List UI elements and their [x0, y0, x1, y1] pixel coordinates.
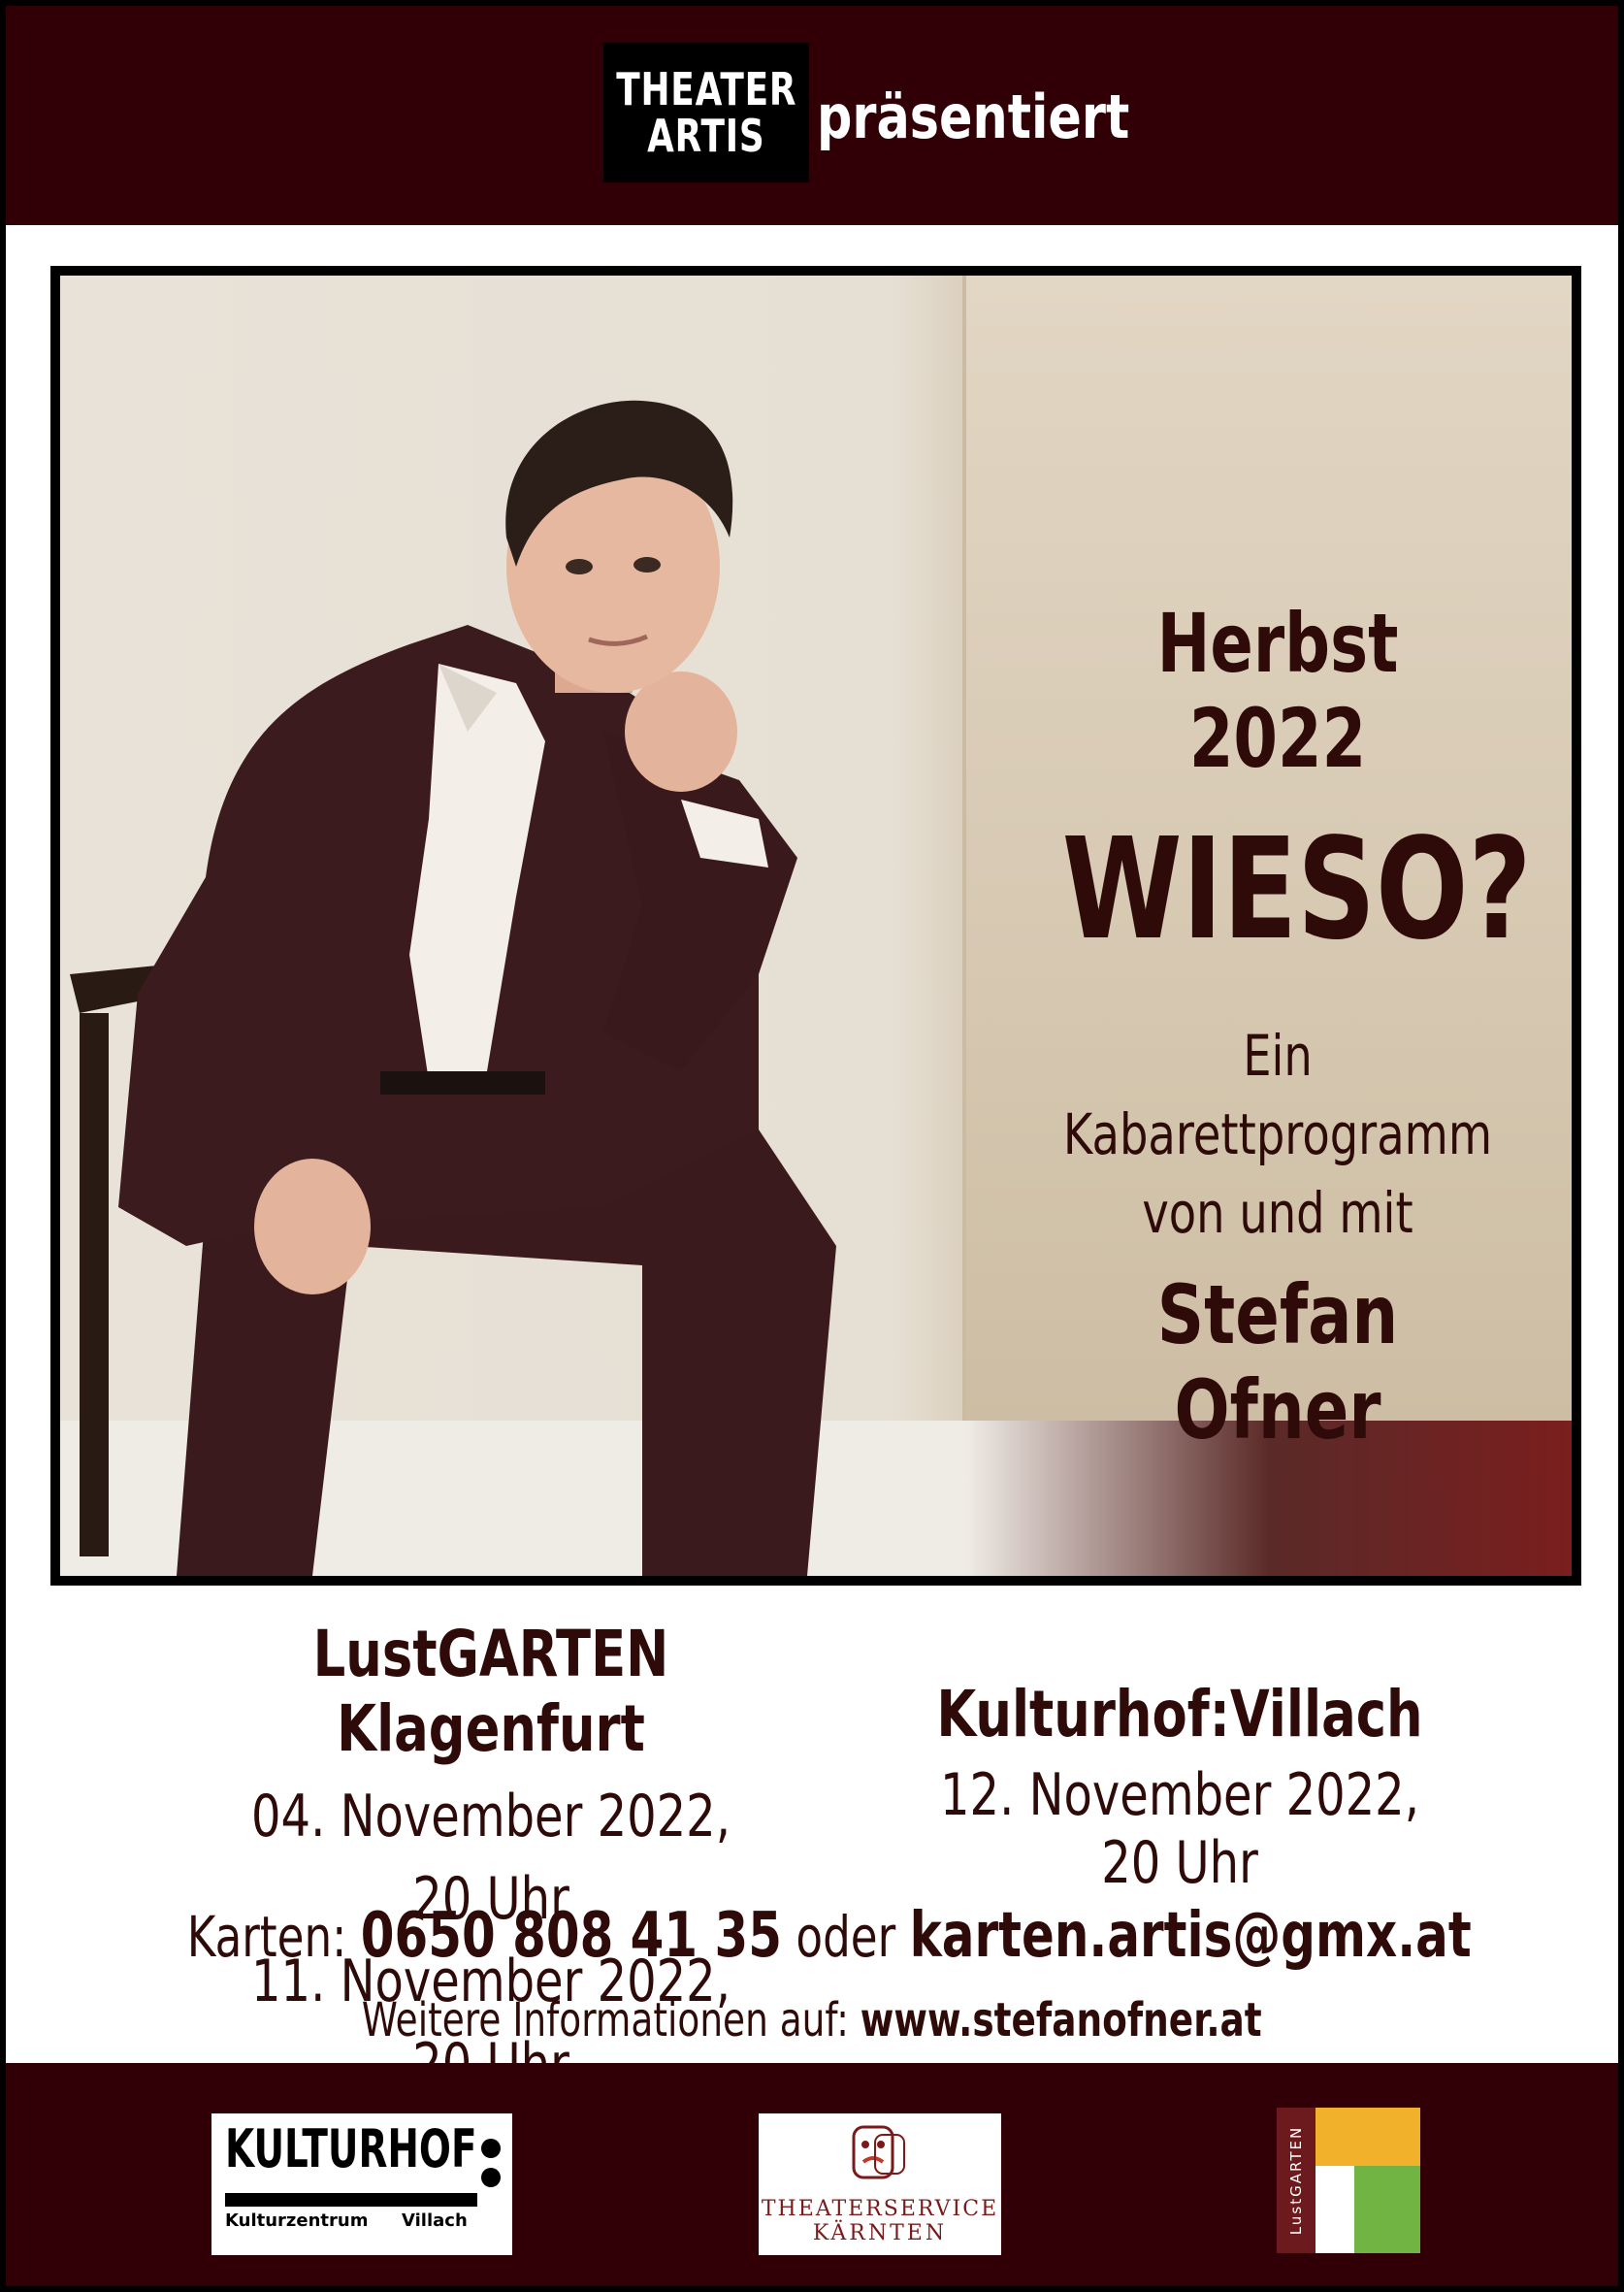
kulturhof-sub1: Kulturzentrum: [225, 2210, 369, 2231]
logo-line-2: ARTIS: [647, 110, 765, 162]
tickets-label: Karten:: [186, 1904, 347, 1970]
lustgarten-yellow-block: [1315, 2108, 1420, 2166]
venue-kulturhof: Kulturhof:Villach 12. November 2022, 20 …: [840, 1677, 1519, 1897]
kulturhof-bar: [225, 2193, 477, 2207]
tickets-phone[interactable]: 0650 808 41 35: [361, 1900, 782, 1972]
sponsor-band: KULTURHOF Kulturzentrum Villach THEATERS…: [6, 2063, 1618, 2286]
kulturhof-sub2: Villach: [402, 2210, 468, 2231]
kulturhof-logo: KULTURHOF Kulturzentrum Villach: [211, 2113, 512, 2255]
colon-icon: [479, 2133, 503, 2220]
tickets-line: Karten: 0650 808 41 35 oder karten.artis…: [6, 1900, 1618, 1972]
tickets-or: oder: [796, 1904, 896, 1970]
performer-figure: [70, 400, 836, 1576]
info-line: Weitere Informationen auf: www.stefanofn…: [6, 1993, 1618, 2047]
info-url[interactable]: www.stefanofner.at: [861, 1993, 1262, 2047]
lustgarten-green-block: [1354, 2166, 1420, 2253]
show-title: WIESO?: [1061, 807, 1532, 970]
mask-icon: [852, 2125, 905, 2179]
venue-date: 12. November 2022, 20 Uhr: [940, 1761, 1419, 1897]
theaterservice-line2: KÄRNTEN: [812, 2221, 948, 2245]
season-label: Herbst 2022: [1156, 596, 1399, 786]
photo-frame: Herbst 2022 WIESO? Ein Kabarettprogramm …: [50, 266, 1581, 1586]
lustgarten-name: LustGARTEN: [1287, 2125, 1305, 2236]
presents-label: präsentiert: [817, 82, 1130, 152]
header-band: THEATER ARTIS präsentiert: [6, 6, 1618, 225]
artist-photo: Herbst 2022 WIESO? Ein Kabarettprogramm …: [60, 276, 1572, 1576]
venue-name: LustGARTEN Klagenfurt: [312, 1617, 669, 1766]
kulturhof-name: KULTURHOF: [225, 2118, 477, 2179]
subtitle-line-2: von und mit: [1142, 1180, 1413, 1247]
lustgarten-white-block: [1315, 2166, 1354, 2253]
poster: THEATER ARTIS präsentiert Herbst 2022 WI…: [6, 6, 1618, 2286]
logo-line-1: THEATER: [615, 63, 797, 115]
theaterservice-logo: THEATERSERVICE KÄRNTEN: [759, 2113, 1001, 2255]
performer-name: Stefan Ofner: [1156, 1266, 1399, 1457]
info-label: Weitere Informationen auf:: [362, 1993, 850, 2047]
feature-text: Herbst 2022 WIESO? Ein Kabarettprogramm …: [1001, 596, 1554, 1457]
lustgarten-stripe: LustGARTEN: [1277, 2108, 1315, 2253]
lustgarten-logo: LustGARTEN: [1277, 2108, 1420, 2253]
theaterservice-line1: THEATERSERVICE: [761, 2197, 999, 2221]
subtitle-line-1: Ein Kabarettprogramm: [1062, 1023, 1493, 1168]
venue-name: Kulturhof:Villach: [936, 1677, 1423, 1752]
theater-artis-logo: THEATER ARTIS: [603, 43, 809, 182]
tickets-email[interactable]: karten.artis@gmx.at: [910, 1900, 1472, 1972]
